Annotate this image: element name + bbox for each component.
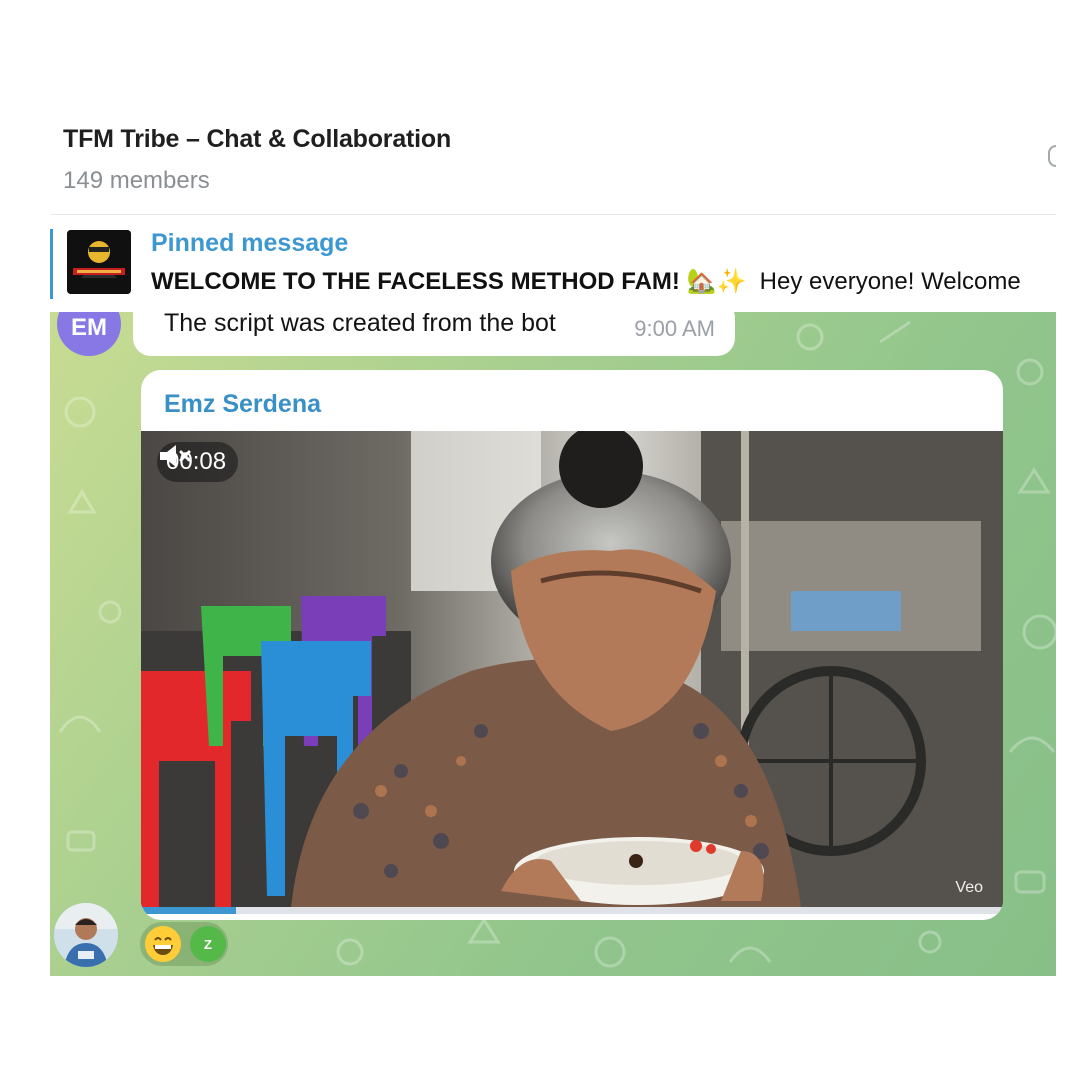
chat-header[interactable]: TFM Tribe – Chat & Collaboration 149 mem… <box>50 105 1056 214</box>
chat-title[interactable]: TFM Tribe – Chat & Collaboration <box>63 125 451 154</box>
pinned-preview: WELCOME TO THE FACELESS METHOD FAM! 🏡✨ H… <box>151 267 1056 296</box>
pinned-message-bar[interactable]: Pinned message WELCOME TO THE FACELESS M… <box>50 215 1056 312</box>
member-count: 149 members <box>63 167 210 194</box>
video-duration-badge[interactable]: 00:08 <box>157 442 239 482</box>
pinned-thumbnail <box>67 230 131 294</box>
pinned-label: Pinned message <box>151 229 349 257</box>
user-avatar[interactable] <box>54 903 118 967</box>
chat-area[interactable]: EM The script was created from the bot 9… <box>50 312 1056 976</box>
video-watermark: Veo <box>955 879 983 896</box>
message-time: 9:00 AM <box>634 316 715 341</box>
message-bubble[interactable]: The script was created from the bot 9:00… <box>133 312 735 356</box>
reaction-user-avatar: Z <box>190 926 226 962</box>
pinned-emojis: 🏡✨ <box>686 268 747 295</box>
search-icon[interactable] <box>1048 145 1056 167</box>
sender-name[interactable]: Emz Serdena <box>164 390 321 419</box>
pinned-preview-text: Hey everyone! Welcome <box>759 268 1021 295</box>
video-progress-bar[interactable] <box>141 907 1003 914</box>
telegram-window: TFM Tribe – Chat & Collaboration 149 mem… <box>50 105 1056 976</box>
video-player[interactable]: 00:08 Veo <box>141 431 1003 907</box>
video-progress-fill <box>141 907 236 914</box>
grinning-face-icon <box>145 926 181 962</box>
reaction-chip[interactable]: Z <box>140 922 228 966</box>
mute-icon[interactable] <box>157 442 193 470</box>
video-message-bubble[interactable]: Emz Serdena 00:08 Veo <box>141 370 1003 920</box>
message-text: The script was created from the bot <box>164 312 556 337</box>
pinned-title: WELCOME TO THE FACELESS METHOD FAM! <box>151 268 680 295</box>
video-frame <box>141 431 1003 907</box>
pinned-accent-line <box>50 229 53 299</box>
